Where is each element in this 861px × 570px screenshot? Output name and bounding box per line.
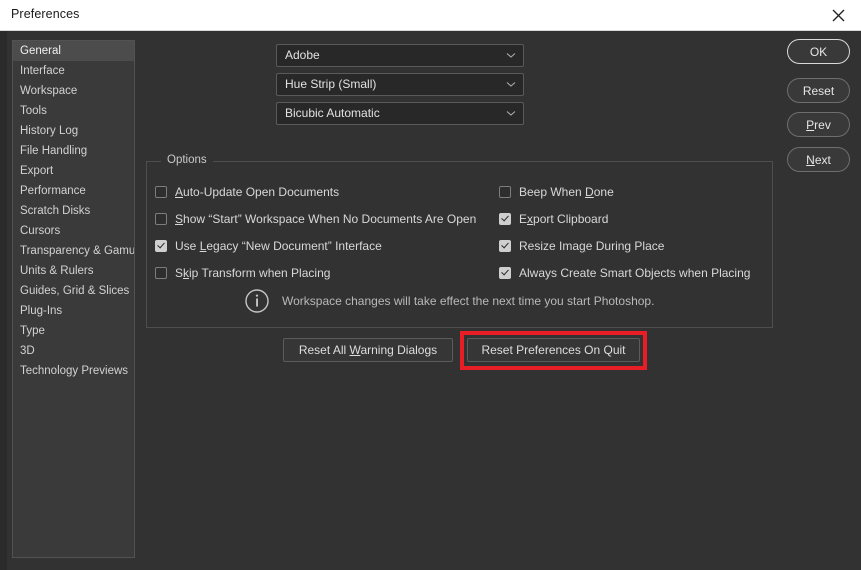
- checkbox-unchecked-icon[interactable]: [499, 186, 511, 198]
- checkbox-unchecked-icon[interactable]: [155, 213, 167, 225]
- checkbox-label: Skip Transform when Placing: [175, 266, 331, 280]
- sidebar-item-cursors[interactable]: Cursors: [13, 221, 134, 241]
- checkbox-checked-icon[interactable]: [499, 240, 511, 252]
- checkbox-row-skip-transform-when-placing[interactable]: Skip Transform when Placing: [155, 264, 330, 282]
- sidebar-item-file-handling[interactable]: File Handling: [13, 141, 134, 161]
- checkbox-row-export-clipboard[interactable]: Export Clipboard: [499, 210, 608, 228]
- sidebar-item-plug-ins[interactable]: Plug-Ins: [13, 301, 134, 321]
- checkbox-row-show-start-workspace-when-no-documents-are-open[interactable]: Show “Start” Workspace When No Documents…: [155, 210, 476, 228]
- dropdown-value: Bicubic Automatic: [285, 106, 380, 120]
- close-icon: [832, 9, 844, 21]
- checkbox-label: Beep When Done: [519, 185, 614, 199]
- dropdown-hud-color-picker[interactable]: Hue Strip (Small): [276, 73, 524, 96]
- workspace-info-note: Workspace changes will take effect the n…: [244, 288, 654, 314]
- info-message: Workspace changes will take effect the n…: [282, 294, 655, 308]
- button-label: OK: [809, 44, 828, 59]
- checkbox-unchecked-icon[interactable]: [155, 267, 167, 279]
- dropdown-image-interpolation[interactable]: Bicubic Automatic: [276, 102, 524, 125]
- dialog-body: General Interface Workspace Tools History Lo…: [0, 31, 861, 570]
- button-label: Next: [806, 152, 831, 167]
- checkbox-row-auto-update-open-documents[interactable]: Auto-Update Open Documents: [155, 183, 339, 201]
- sidebar-item-3d[interactable]: 3D: [13, 341, 134, 361]
- button-prev[interactable]: Prev: [787, 112, 850, 137]
- checkbox-checked-icon[interactable]: [155, 240, 167, 252]
- checkbox-checked-icon[interactable]: [499, 267, 511, 279]
- checkbox-label: Auto-Update Open Documents: [175, 185, 340, 199]
- button-label: Reset All Warning Dialogs: [298, 343, 438, 357]
- sidebar-item-performance[interactable]: Performance: [13, 181, 134, 201]
- dropdown-color-picker[interactable]: Adobe: [276, 44, 524, 67]
- checkbox-checked-icon[interactable]: [499, 213, 511, 225]
- button-reset-all-warning-dialogs[interactable]: Reset All Warning Dialogs: [283, 338, 453, 362]
- button-ok[interactable]: OK: [787, 39, 850, 64]
- sidebar-item-units-rulers[interactable]: Units & Rulers: [13, 261, 134, 281]
- checkbox-label: Resize Image During Place: [519, 239, 665, 253]
- button-reset-preferences-on-quit[interactable]: Reset Preferences On Quit: [467, 338, 640, 362]
- checkbox-row-use-legacy-new-document-interface[interactable]: Use Legacy “New Document” Interface: [155, 237, 382, 255]
- button-reset[interactable]: Reset: [787, 78, 850, 103]
- checkbox-row-always-create-smart-objects-when-placing[interactable]: Always Create Smart Objects when Placing: [499, 264, 750, 282]
- info-circle-icon: [245, 289, 269, 313]
- button-label: Prev: [806, 117, 831, 132]
- dropdown-value: Adobe: [285, 48, 320, 62]
- preferences-dialog: Preferences General Interface Workspace Too…: [0, 0, 861, 570]
- button-label: Reset: [802, 83, 835, 98]
- checkbox-label: Show “Start” Workspace When No Documents…: [175, 212, 477, 226]
- sidebar-item-export[interactable]: Export: [13, 161, 134, 181]
- chevron-down-icon: [506, 111, 516, 116]
- checkbox-label: Export Clipboard: [519, 212, 609, 226]
- sidebar-item-guides-grid-slices[interactable]: Guides, Grid & Slices: [13, 281, 134, 301]
- checkbox-unchecked-icon[interactable]: [155, 186, 167, 198]
- checkbox-row-beep-when-done[interactable]: Beep When Done: [499, 183, 614, 201]
- window-title: Preferences: [11, 7, 80, 21]
- title-bar: Preferences: [0, 0, 861, 31]
- dropdown-value: Hue Strip (Small): [285, 77, 377, 91]
- checkbox-label: Always Create Smart Objects when Placing: [519, 266, 751, 280]
- sidebar-item-type[interactable]: Type: [13, 321, 134, 341]
- checkbox-row-resize-image-during-place[interactable]: Resize Image During Place: [499, 237, 664, 255]
- sidebar-item-technology-previews[interactable]: Technology Previews: [13, 361, 134, 381]
- sidebar-item-transparency-gamut[interactable]: Transparency & Gamut: [13, 241, 134, 261]
- chevron-down-icon: [506, 53, 516, 58]
- close-button[interactable]: [815, 0, 861, 30]
- button-label: Reset Preferences On Quit: [481, 343, 626, 357]
- checkbox-label: Use Legacy “New Document” Interface: [175, 239, 382, 253]
- chevron-down-icon: [506, 82, 516, 87]
- sidebar-item-scratch-disks[interactable]: Scratch Disks: [13, 201, 134, 221]
- button-next[interactable]: Next: [787, 147, 850, 172]
- options-group-title: Options: [161, 154, 213, 166]
